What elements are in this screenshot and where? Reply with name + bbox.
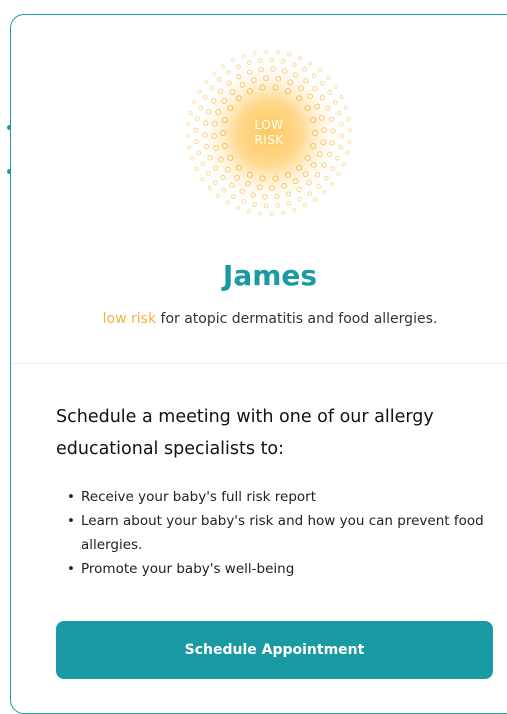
risk-result-card: LOW RISK James low risk for atopic derma… [10,14,507,714]
list-item: Receive your baby's full risk report [65,485,485,509]
list-item: Promote your baby's well-being [65,557,485,581]
badge-label-line2: RISK [254,133,284,147]
child-name: James [222,259,318,292]
benefits-list: Receive your baby's full risk report Lea… [65,485,485,581]
low-risk-badge: LOW RISK [179,43,359,223]
schedule-heading: Schedule a meeting with one of our aller… [56,407,434,459]
risk-level-label: low risk [102,311,157,327]
badge-label: LOW RISK [179,43,359,223]
risk-summary: low risk for atopic dermatitis and food … [11,311,507,327]
schedule-appointment-button[interactable]: Schedule Appointment [56,621,493,679]
risk-summary-text: for atopic dermatitis and food allergies… [156,311,438,327]
badge-label-line1: LOW [254,118,284,132]
section-divider [11,363,507,364]
list-item: Learn about your baby's risk and how you… [65,509,485,557]
